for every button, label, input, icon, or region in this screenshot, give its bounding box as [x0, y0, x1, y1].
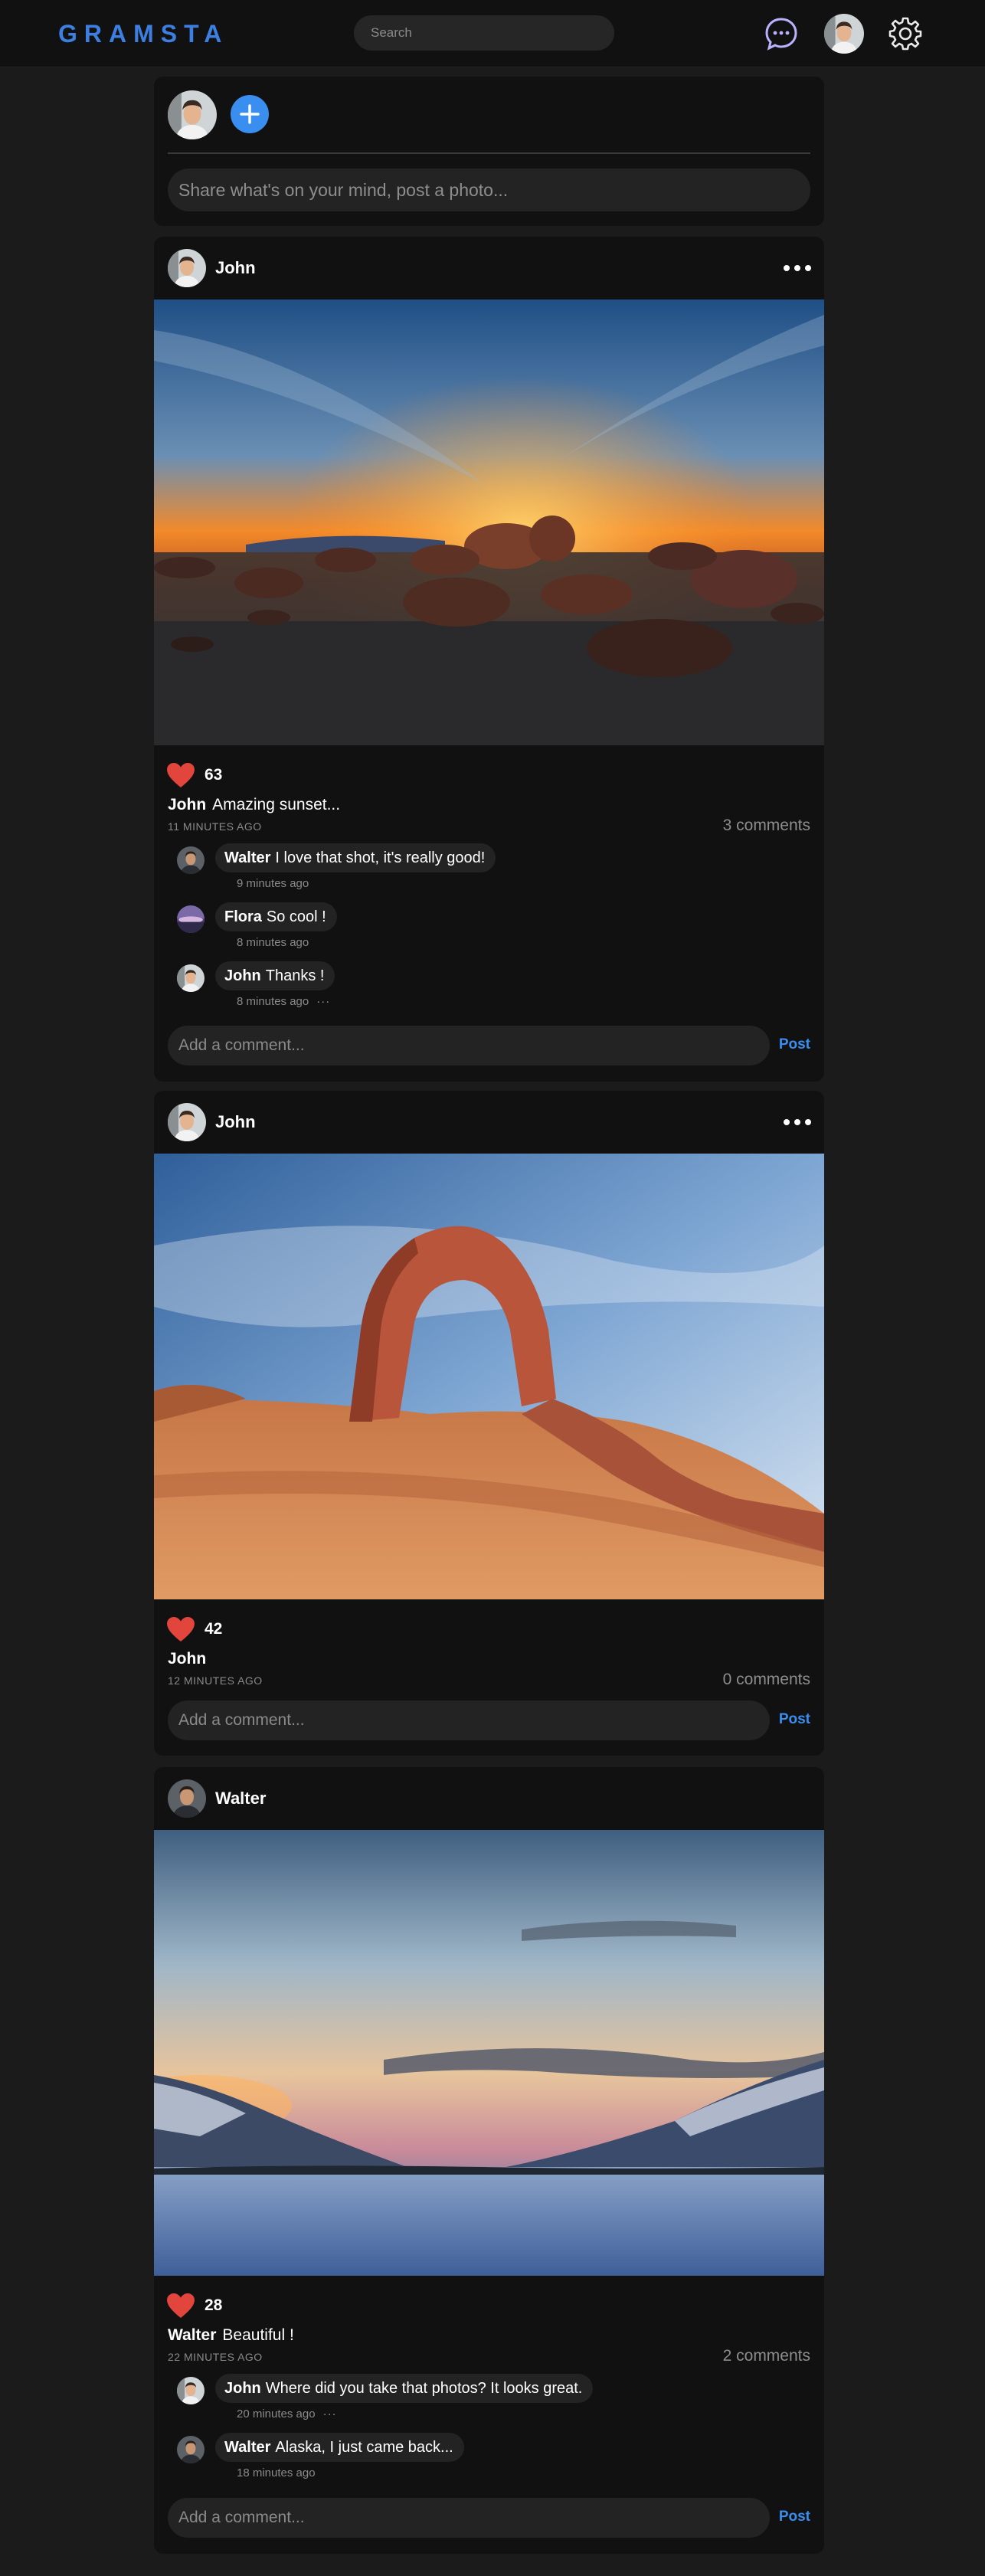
- heart-icon[interactable]: [166, 2293, 195, 2319]
- post-comment-button[interactable]: Post: [779, 2509, 810, 2525]
- comment-text: So cool !: [266, 908, 326, 925]
- comment-author[interactable]: John: [224, 967, 261, 984]
- composer-divider: [168, 152, 810, 154]
- post-header: John: [154, 1091, 824, 1154]
- comment-author[interactable]: Flora: [224, 908, 262, 925]
- post-comment-button[interactable]: Post: [779, 1711, 810, 1728]
- share-input[interactable]: [168, 169, 810, 211]
- like-count: 42: [205, 1620, 223, 1638]
- comment-text: I love that shot, it's really good!: [275, 849, 486, 866]
- comment-text: Where did you take that photos? It looks…: [265, 2380, 583, 2397]
- avatar[interactable]: [177, 2377, 205, 2404]
- comment-more-icon[interactable]: ···: [316, 995, 330, 1008]
- caption: Walter Beautiful !: [168, 2326, 294, 2345]
- comment-time: 9 minutes ago: [237, 877, 309, 890]
- likes: 28: [166, 2293, 222, 2319]
- comment-text: Alaska, I just came back...: [275, 2439, 453, 2456]
- caption: John: [168, 1650, 212, 1668]
- post-time: 22 MINUTES AGO: [168, 2351, 263, 2363]
- comment-time-text: 8 minutes ago: [237, 995, 309, 1008]
- composer-avatar: [168, 90, 217, 139]
- post-author[interactable]: John: [215, 258, 256, 278]
- likes: 63: [166, 762, 222, 788]
- post-image[interactable]: [154, 1830, 824, 2276]
- comment-time-text: 20 minutes ago: [237, 2407, 316, 2421]
- post-comment-button[interactable]: Post: [779, 1036, 810, 1053]
- avatar[interactable]: [168, 1779, 206, 1818]
- add-comment-row: Post: [168, 1026, 810, 1065]
- post-card: Walter 28 Walter Beautiful ! 22 MINUTES …: [154, 1767, 824, 2554]
- post-image[interactable]: [154, 1154, 824, 1599]
- plus-icon: [240, 104, 260, 124]
- post-composer: [154, 77, 824, 226]
- message-icon[interactable]: [763, 15, 800, 52]
- comment-bubble: Walter I love that shot, it's really good…: [215, 843, 496, 872]
- post-card: John 42 John 12 MINUTES AGO 0 comments A…: [154, 1091, 824, 1756]
- more-icon[interactable]: [784, 257, 811, 280]
- avatar[interactable]: [177, 846, 205, 874]
- likes: 42: [166, 1616, 222, 1642]
- post-author[interactable]: Walter: [215, 1789, 266, 1808]
- top-bar: GRAMSTA: [0, 0, 985, 67]
- caption-author[interactable]: Walter: [168, 2326, 216, 2344]
- profile-avatar[interactable]: [824, 14, 864, 54]
- avatar[interactable]: [168, 1103, 206, 1141]
- post-image[interactable]: [154, 299, 824, 745]
- comment-time: 20 minutes ago ···: [237, 2407, 337, 2421]
- comment-input[interactable]: [168, 2498, 770, 2538]
- comment-bubble: Flora So cool !: [215, 902, 337, 931]
- post-time: 11 MINUTES AGO: [168, 820, 262, 833]
- comment-time: 8 minutes ago: [237, 936, 309, 949]
- heart-icon[interactable]: [166, 762, 195, 788]
- avatar[interactable]: [177, 964, 205, 992]
- comment-author[interactable]: John: [224, 2380, 261, 2397]
- post-header: John: [154, 237, 824, 299]
- post-card: John 63 John Amazing sunset... 11 MINUTE…: [154, 237, 824, 1082]
- comment-more-icon[interactable]: ···: [323, 2407, 337, 2421]
- comment-bubble: John Thanks !: [215, 961, 335, 990]
- post-header: Walter: [154, 1767, 824, 1830]
- like-count: 28: [205, 2296, 223, 2314]
- comment-time: 8 minutes ago ···: [237, 995, 330, 1008]
- post-author[interactable]: John: [215, 1112, 256, 1132]
- comment-bubble: Walter Alaska, I just came back...: [215, 2433, 464, 2462]
- caption-text: Beautiful !: [222, 2326, 294, 2344]
- comment-count[interactable]: 2 comments: [723, 2347, 810, 2365]
- comment-count[interactable]: 3 comments: [723, 817, 810, 835]
- like-count: 63: [205, 766, 223, 784]
- add-comment-row: Post: [168, 1700, 810, 1740]
- more-icon[interactable]: [784, 1111, 811, 1134]
- caption-text: Amazing sunset...: [212, 796, 341, 813]
- caption-author[interactable]: John: [168, 796, 206, 813]
- avatar[interactable]: [177, 905, 205, 933]
- comment-input[interactable]: [168, 1026, 770, 1065]
- comment-text: Thanks !: [265, 967, 325, 984]
- app-logo[interactable]: GRAMSTA: [58, 20, 228, 48]
- avatar[interactable]: [177, 2436, 205, 2463]
- comment-time: 18 minutes ago: [237, 2466, 316, 2479]
- comment-bubble: John Where did you take that photos? It l…: [215, 2374, 594, 2403]
- gear-icon[interactable]: [887, 15, 924, 52]
- comment-count[interactable]: 0 comments: [723, 1671, 810, 1689]
- avatar[interactable]: [168, 249, 206, 287]
- post-time: 12 MINUTES AGO: [168, 1674, 263, 1687]
- add-comment-row: Post: [168, 2498, 810, 2538]
- caption-author[interactable]: John: [168, 1650, 206, 1668]
- comment-author[interactable]: Walter: [224, 849, 270, 866]
- caption: John Amazing sunset...: [168, 796, 340, 814]
- comment-author[interactable]: Walter: [224, 2439, 270, 2456]
- comment-input[interactable]: [168, 1700, 770, 1740]
- add-photo-button[interactable]: [231, 95, 269, 133]
- heart-icon[interactable]: [166, 1616, 195, 1642]
- search-input[interactable]: [354, 15, 614, 51]
